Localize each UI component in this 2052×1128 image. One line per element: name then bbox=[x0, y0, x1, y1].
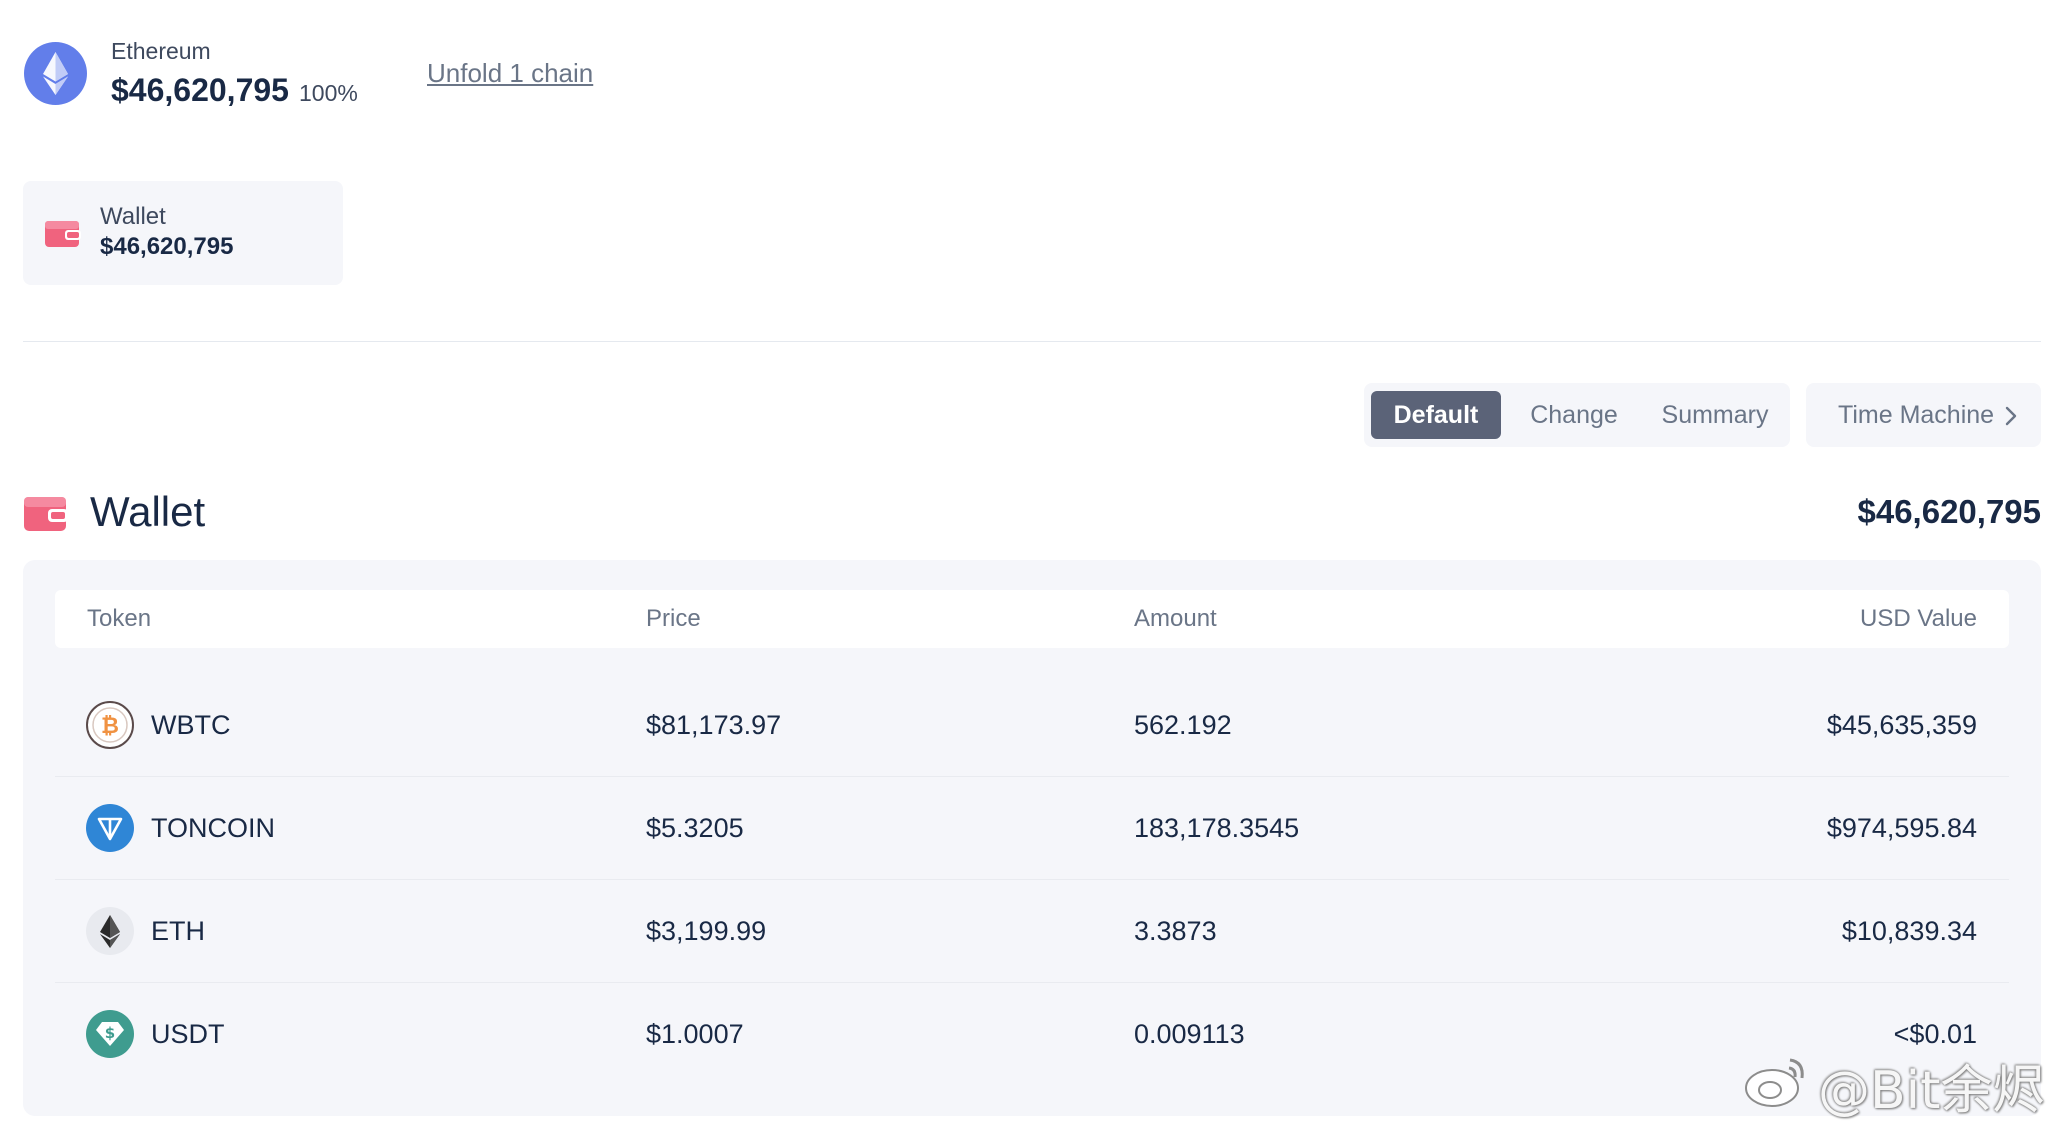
wallet-icon bbox=[45, 221, 81, 247]
token-amount: 0.009113 bbox=[1134, 1019, 1245, 1049]
svg-text:$: $ bbox=[105, 1024, 115, 1042]
table-row[interactable]: ₿ WBTC $81,173.97 562.192 $45,635,359 bbox=[55, 674, 2009, 777]
section-title: Wallet bbox=[90, 488, 206, 535]
token-name: USDT bbox=[151, 1019, 225, 1049]
token-amount: 562.192 bbox=[1134, 710, 1232, 740]
chain-value: $46,620,795 bbox=[111, 72, 289, 108]
usdt-icon: $ bbox=[86, 1010, 134, 1058]
column-header-price: Price bbox=[646, 605, 701, 632]
token-table: Token Price Amount USD Value ₿ WBTC $81,… bbox=[23, 560, 2041, 1116]
token-name: WBTC bbox=[151, 710, 231, 740]
section-total: $46,620,795 bbox=[1857, 493, 2041, 530]
eth-icon bbox=[86, 907, 134, 955]
wallet-card-label: Wallet bbox=[100, 203, 166, 230]
token-usd-value: $45,635,359 bbox=[1826, 710, 1977, 740]
toncoin-icon bbox=[86, 804, 134, 852]
table-row[interactable]: TONCOIN $5.3205 183,178.3545 $974,595.84 bbox=[55, 777, 2009, 880]
tab-change[interactable]: Change bbox=[1511, 391, 1637, 439]
section-divider bbox=[23, 341, 2041, 342]
view-tabs: Default Change Summary bbox=[1364, 383, 1790, 447]
wallet-summary-card[interactable]: Wallet $46,620,795 bbox=[23, 181, 343, 285]
chain-name: Ethereum bbox=[111, 38, 211, 64]
ethereum-chain-icon bbox=[24, 42, 87, 105]
time-machine-label: Time Machine bbox=[1838, 401, 1995, 429]
table-row[interactable]: ETH $3,199.99 3.3873 $10,839.34 bbox=[55, 880, 2009, 983]
token-name: ETH bbox=[151, 916, 205, 946]
weibo-logo-icon bbox=[1745, 1058, 1804, 1107]
wbtc-icon: ₿ bbox=[86, 701, 134, 749]
time-machine-button[interactable]: Time Machine bbox=[1806, 383, 2041, 447]
token-name: TONCOIN bbox=[151, 813, 276, 843]
column-header-token: Token bbox=[87, 605, 152, 632]
watermark-text: @Bit余烬 bbox=[1818, 1061, 2045, 1121]
unfold-chain-link[interactable]: Unfold 1 chain bbox=[427, 58, 593, 89]
token-usd-value: $974,595.84 bbox=[1826, 813, 1977, 843]
column-header-amount: Amount bbox=[1134, 605, 1217, 632]
ethereum-icon bbox=[43, 52, 68, 95]
token-price: $5.3205 bbox=[646, 813, 744, 843]
token-price: $1.0007 bbox=[646, 1019, 744, 1049]
tab-default[interactable]: Default bbox=[1371, 391, 1501, 439]
token-amount: 3.3873 bbox=[1134, 916, 1217, 946]
wallet-card-value: $46,620,795 bbox=[100, 233, 234, 260]
chain-percent: 100% bbox=[299, 80, 358, 106]
token-price: $81,173.97 bbox=[646, 710, 782, 740]
column-header-usd-value: USD Value bbox=[1860, 605, 1977, 632]
token-price: $3,199.99 bbox=[646, 916, 767, 946]
token-amount: 183,178.3545 bbox=[1134, 813, 1300, 843]
svg-text:₿: ₿ bbox=[101, 714, 119, 739]
token-usd-value: $10,839.34 bbox=[1841, 916, 1977, 946]
tab-summary[interactable]: Summary bbox=[1647, 391, 1783, 439]
table-header: Token Price Amount USD Value bbox=[55, 590, 2009, 648]
wallet-icon bbox=[24, 497, 68, 531]
table-row[interactable]: $ USDT $1.0007 0.009113 <$0.01 bbox=[55, 983, 2009, 1085]
chevron-right-icon bbox=[2005, 406, 2017, 426]
